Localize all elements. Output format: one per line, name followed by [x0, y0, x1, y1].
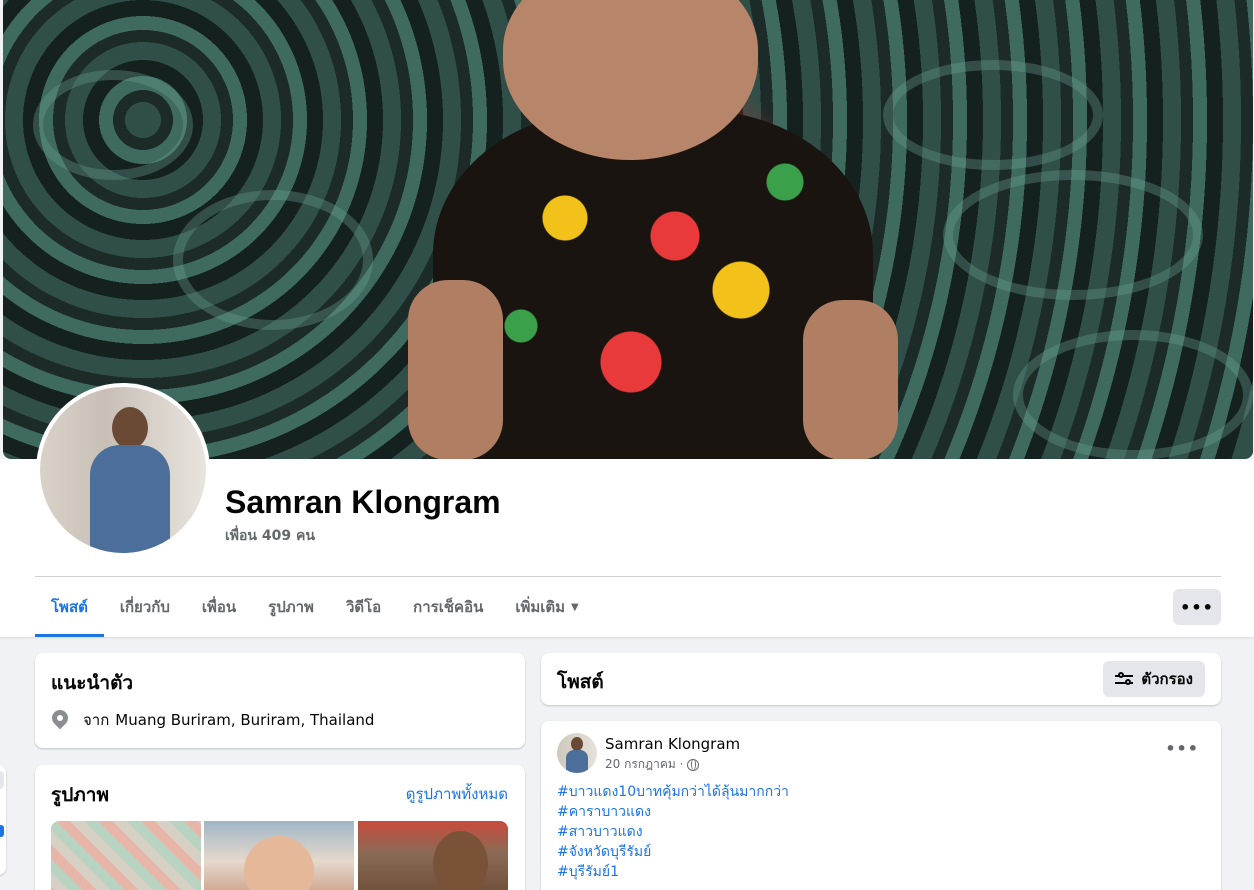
tab-more[interactable]: เพิ่มเติม ▼: [499, 577, 594, 637]
photo-thumbnail[interactable]: [204, 821, 354, 890]
intro-card: แนะนำตัว จาก Muang Buriram, Buriram, Tha…: [35, 653, 525, 748]
posts-title: โพสต์: [557, 671, 604, 693]
post-meta: 20 กรกฎาคม ·: [605, 755, 700, 774]
mourning-ribbon-icon: [40, 387, 88, 435]
left-edge-panel: [0, 765, 6, 875]
profile-more-button[interactable]: •••: [1173, 589, 1221, 625]
photo-thumbnail[interactable]: [358, 821, 508, 890]
photos-title: รูปภาพ: [51, 784, 109, 806]
post-author-avatar[interactable]: [557, 733, 597, 773]
cover-photo[interactable]: [3, 0, 1253, 459]
post-options-button[interactable]: •••: [1165, 739, 1199, 758]
photos-card: รูปภาพ ดูรูปภาพทั้งหมด: [35, 765, 525, 890]
profile-avatar[interactable]: [36, 383, 210, 557]
posts-header-card: โพสต์ ตัวกรอง: [541, 653, 1221, 705]
tab-friends[interactable]: เพื่อน: [186, 577, 252, 637]
tab-posts[interactable]: โพสต์: [35, 577, 104, 637]
tab-photos[interactable]: รูปภาพ: [252, 577, 330, 637]
photo-thumbnail[interactable]: [51, 821, 201, 890]
tab-videos[interactable]: วิดีโอ: [330, 577, 397, 637]
location-pin-icon: [51, 710, 69, 730]
friends-count[interactable]: เพื่อน 409 คน: [225, 525, 315, 547]
hashtag-link[interactable]: #คาราบาวแดง: [557, 802, 789, 822]
post-hashtags: #บาวแดง10บาทคุ้มกว่าได้ลุ้นมากกว่า #คารา…: [557, 782, 789, 882]
intro-title: แนะนำตัว: [51, 672, 134, 694]
profile-tabs: โพสต์ เกี่ยวกับ เพื่อน รูปภาพ วิดีโอ การ…: [35, 577, 595, 637]
see-all-photos-link[interactable]: ดูรูปภาพทั้งหมด: [406, 782, 508, 806]
hashtag-link[interactable]: #บุรีรัมย์1: [557, 862, 789, 882]
hashtag-link[interactable]: #จังหวัดบุรีรัมย์: [557, 842, 789, 862]
post-date[interactable]: 20 กรกฎาคม ·: [605, 755, 683, 774]
filter-sliders-icon: [1115, 672, 1134, 686]
hashtag-link[interactable]: #บาวแดง10บาทคุ้มกว่าได้ลุ้นมากกว่า: [557, 782, 789, 802]
tab-about[interactable]: เกี่ยวกับ: [104, 577, 186, 637]
post-card: Samran Klongram 20 กรกฎาคม · ••• #บาวแดง…: [541, 721, 1221, 890]
tab-checkins[interactable]: การเช็คอิน: [397, 577, 499, 637]
intro-location: จาก Muang Buriram, Buriram, Thailand: [51, 708, 374, 732]
hashtag-link[interactable]: #สาวบาวแดง: [557, 822, 789, 842]
chevron-down-icon: ▼: [571, 601, 579, 613]
post-author-name[interactable]: Samran Klongram: [605, 735, 740, 753]
filter-button[interactable]: ตัวกรอง: [1103, 661, 1205, 697]
profile-name: Samran Klongram: [225, 484, 501, 520]
globe-icon: [687, 758, 700, 771]
